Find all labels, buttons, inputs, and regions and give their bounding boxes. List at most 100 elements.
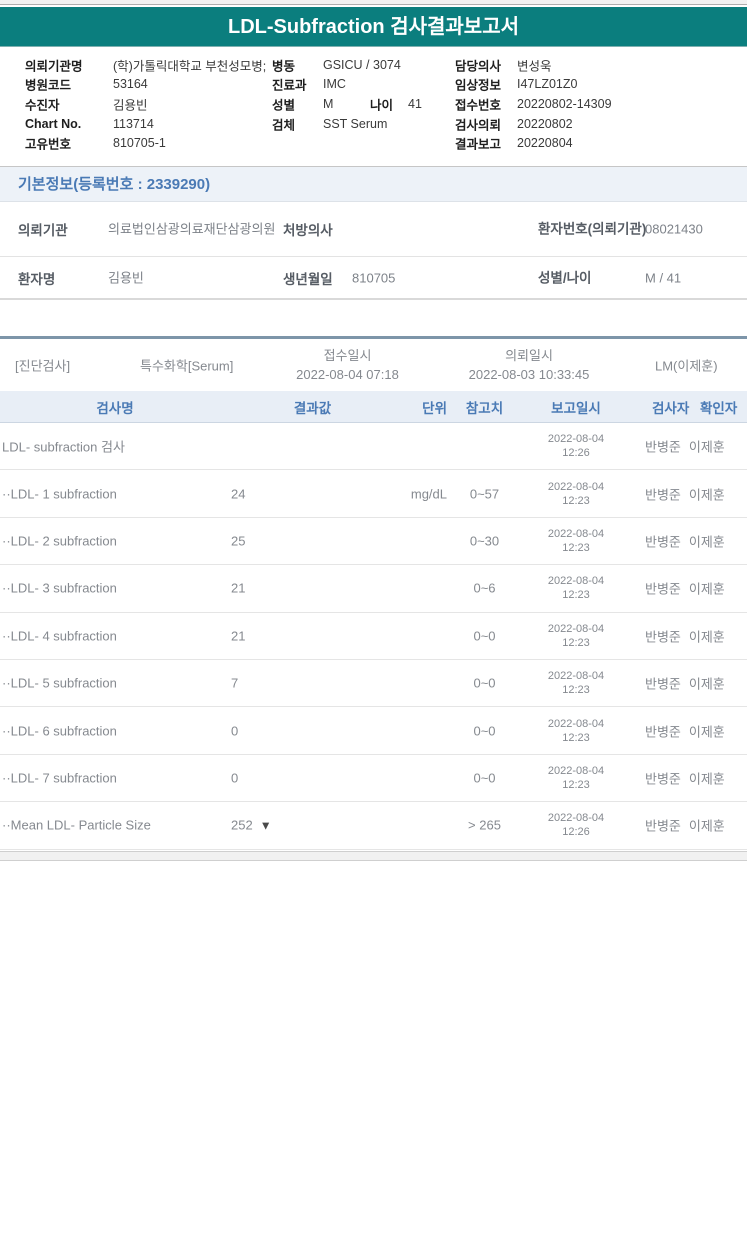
age-label: 나이 [370,98,394,113]
staff-cell: 반병준 이제훈 [645,674,725,693]
report-date: 2022-08-04 [547,527,605,540]
staff-cell: 반병준 이제훈 [645,816,725,835]
birthdate-label: 생년월일 [283,271,333,287]
patient-name-value: 김용빈 [108,270,144,285]
report-datetime-cell: 2022-08-04 12:23 [520,669,632,697]
order-info-row: 병원코드 53164 진료과 IMC 임상정보 I47LZ01Z0 [0,75,747,95]
report-time: 12:23 [562,778,590,791]
requesting-org-value: (학)가톨릭대학교 부천성모병; [113,59,267,74]
examinee-label: 수진자 [25,98,60,113]
tester-name: 반병준 [645,581,681,597]
report-datetime-cell: 2022-08-04 12:23 [520,480,632,508]
examinee-value: 김용빈 [113,98,148,113]
report-date: 2022-08-04 [547,717,605,730]
verifier-name: 이제훈 [688,439,725,455]
requested-datetime-value: 2022-08-03 10:33:45 [468,367,590,382]
requested-datetime: 의뢰일시 2022-08-03 10:33:45 [440,346,618,384]
verifier-name: 이제훈 [688,534,725,550]
test-name-cell: ··LDL- 6 subfraction [2,723,117,739]
order-info-block: 의뢰기관명 (학)가톨릭대학교 부천성모병; 병동 GSICU / 3074 담… [0,55,747,153]
result-value: 21 [231,580,246,596]
accession-number-value: 20220802-14309 [517,96,612,111]
test-request-date-value: 20220802 [517,116,573,131]
result-value-cell: 25 [231,533,245,548]
received-datetime-label: 접수일시 [323,348,372,363]
verifier-name: 이제훈 [688,629,725,645]
result-row: ··LDL- 1 subfraction 24 mg/dL 0~57 2022-… [0,470,747,518]
verifier-name: 이제훈 [688,487,725,503]
received-datetime-value: 2022-08-04 07:18 [296,367,399,382]
tester-name: 반병준 [645,818,681,834]
report-time: 12:23 [562,731,590,744]
test-name-cell: ··LDL- 4 subfraction [2,628,117,644]
reference-range-cell: 0~6 [473,580,496,596]
staff-cell: 반병준 이제훈 [645,484,725,503]
staff-cell: 반병준 이제훈 [645,721,725,740]
age-value: 41 [408,96,422,111]
reference-range-cell: 0~30 [469,533,500,549]
received-datetime: 접수일시 2022-08-04 07:18 [270,346,425,384]
tester-name: 반병준 [645,724,681,740]
verifier-name: 이제훈 [688,771,725,787]
specimen-value: SST Serum [323,116,388,131]
window-top-strip [0,0,747,5]
referring-org-label: 의뢰기관 [18,223,68,238]
order-info-row: Chart No. 113714 검체 SST Serum 검사의뢰 20220… [0,114,747,134]
order-info-row: 의뢰기관명 (학)가톨릭대학교 부천성모병; 병동 GSICU / 3074 담… [0,55,747,75]
report-datetime-cell: 2022-08-04 12:23 [520,717,632,745]
diagnostic-section: [진단검사] 특수화학[Serum] 접수일시 2022-08-04 07:18… [0,336,747,850]
report-date: 2022-08-04 [547,575,605,588]
clinical-info-label: 임상정보 [455,78,502,93]
result-value: 25 [231,533,246,549]
reference-range-cell: 0~0 [473,675,496,691]
unique-number-value: 810705-1 [113,136,166,151]
reference-range-cell: 0~0 [473,628,496,644]
col-test-name: 검사명 [96,400,134,416]
ward-label: 병동 [272,59,296,74]
result-value: 0 [231,770,239,786]
hospital-code-value: 53164 [113,77,148,92]
report-date: 2022-08-04 [547,622,605,635]
result-value: 0 [231,723,239,739]
prescribing-doctor-label: 처방의사 [283,223,333,238]
reference-range-cell: 0~0 [473,770,496,786]
tester-name: 반병준 [645,676,681,692]
unique-number-label: 고유번호 [25,137,72,152]
section-end-bar [0,850,747,861]
verifier-name: 이제훈 [688,676,725,692]
basic-info-row-2: 환자명 김용빈 생년월일 810705 성별/나이 M / 41 [0,257,747,300]
test-name-cell: LDL- subfraction 검사 [2,439,125,455]
test-name-cell: ··LDL- 7 subfraction [2,770,117,786]
report-title: LDL-Subfraction 검사결과보고서 [0,7,747,47]
staff-cell: 반병준 이제훈 [645,579,725,598]
patient-name-label: 환자명 [18,271,56,287]
tester-name: 반병준 [645,439,681,455]
report-datetime-cell: 2022-08-04 12:26 [520,811,632,839]
department-label: 진료과 [272,78,307,93]
report-time: 12:26 [562,826,590,839]
test-name-cell: ··Mean LDL- Particle Size [2,817,151,833]
result-report-date-label: 결과보고 [455,137,502,152]
birthdate-value: 810705 [352,270,396,285]
result-value-cell: 24 [231,486,245,501]
result-row: ··LDL- 3 subfraction 21 0~6 2022-08-04 12… [0,565,747,613]
verifier-name: 이제훈 [688,818,725,834]
staff-cell: 반병준 이제훈 [645,626,725,645]
sex-label: 성별 [272,98,296,113]
result-value-cell: 21 [231,628,245,643]
patient-number-value: 08021430 [645,221,703,237]
report-datetime-cell: 2022-08-04 12:23 [520,527,632,555]
result-value-cell: 0 [231,723,238,738]
result-value: 21 [231,628,246,644]
test-request-date-label: 검사의뢰 [455,118,502,133]
reference-range-cell: > 265 [468,817,501,833]
tester-name: 반병준 [645,629,681,645]
requested-datetime-label: 의뢰일시 [505,348,553,363]
specimen-label: 검체 [272,118,296,133]
sex-age-value: M / 41 [645,270,682,285]
test-name-cell: ··LDL- 2 subfraction [2,533,117,549]
col-tester: 검사자 [652,400,690,416]
staff-cell: 반병준 이제훈 [645,768,725,787]
result-value-cell: 252 ▼ [231,818,272,833]
staff-cell: 반병준 이제훈 [645,531,725,550]
